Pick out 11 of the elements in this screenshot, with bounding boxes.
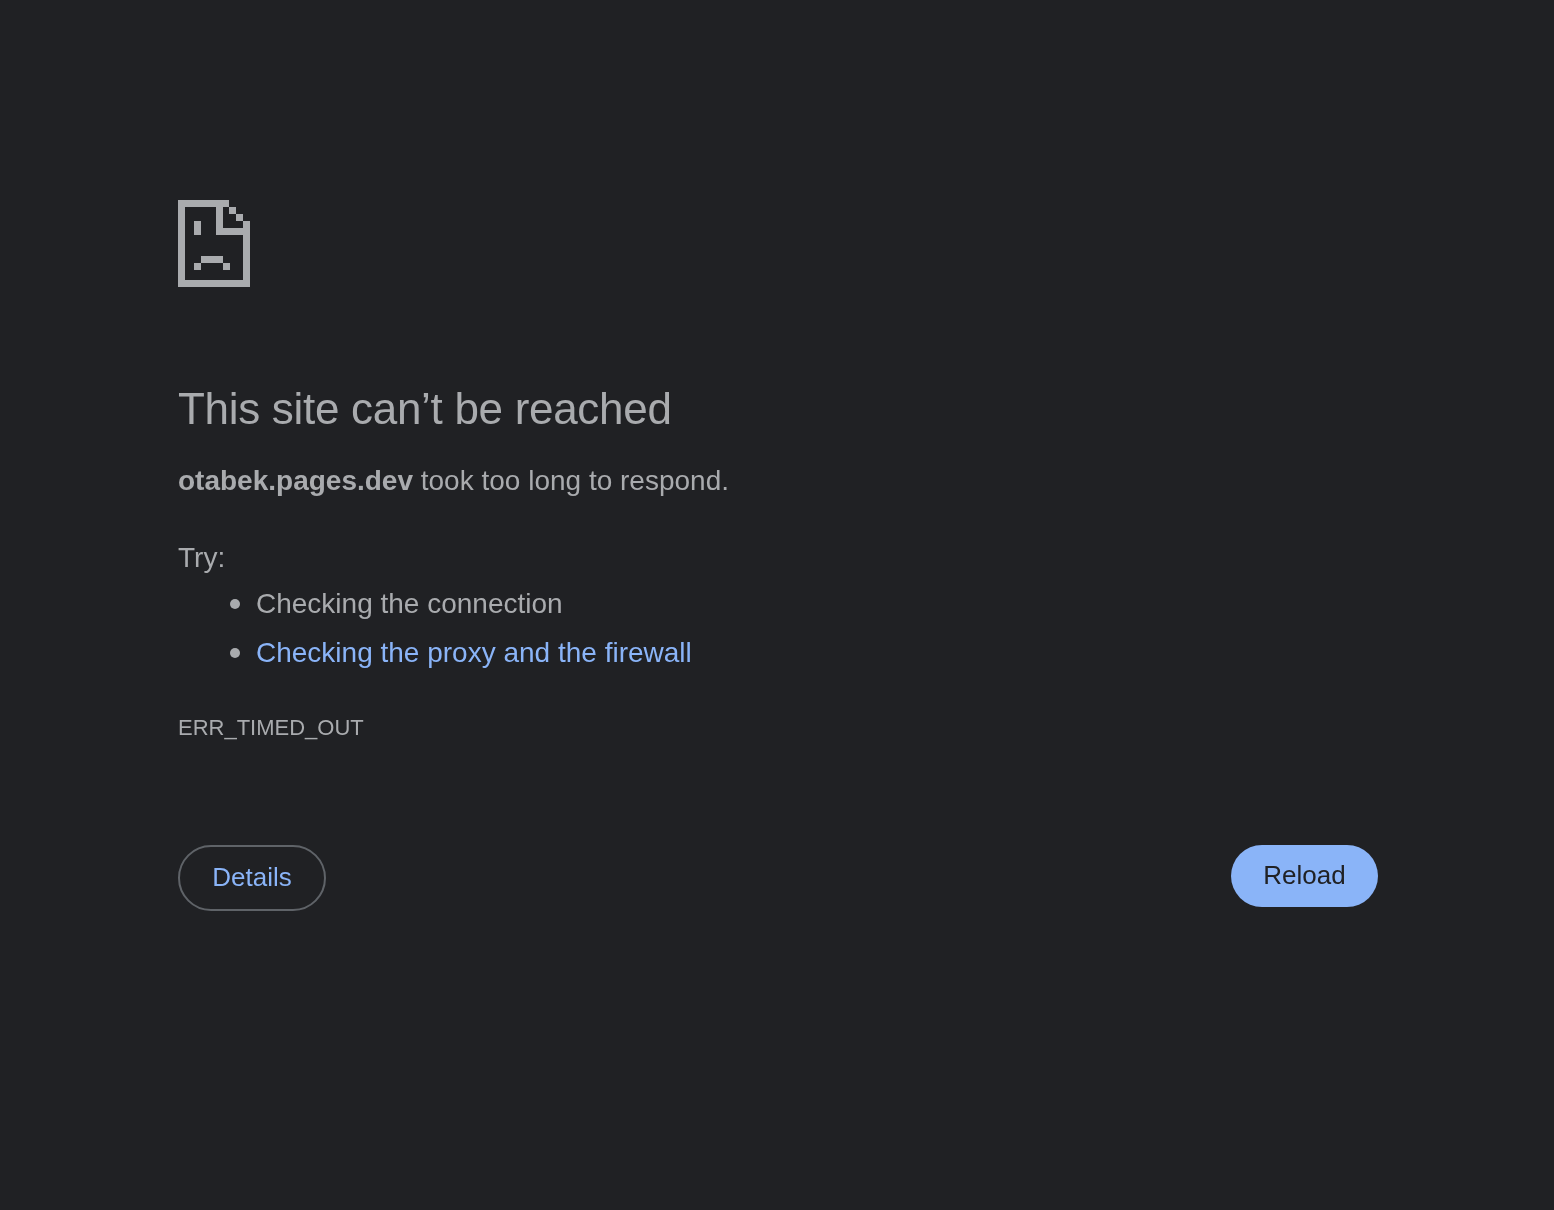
bullet-icon: [230, 599, 240, 610]
error-title: This site can’t be reached: [178, 385, 672, 434]
error-code: ERR_TIMED_OUT: [178, 714, 364, 741]
suggestion-link[interactable]: Checking the proxy and the firewall: [256, 634, 692, 671]
details-button[interactable]: Details: [178, 844, 326, 911]
sad-page-icon: [178, 200, 250, 287]
try-label: Try:: [178, 540, 226, 575]
error-message: otabek.pages.dev took too long to respond.: [178, 464, 729, 499]
reload-button[interactable]: Reload: [1231, 844, 1378, 907]
bullet-icon: [230, 647, 240, 658]
suggestion-text: Checking the connection: [256, 587, 563, 622]
